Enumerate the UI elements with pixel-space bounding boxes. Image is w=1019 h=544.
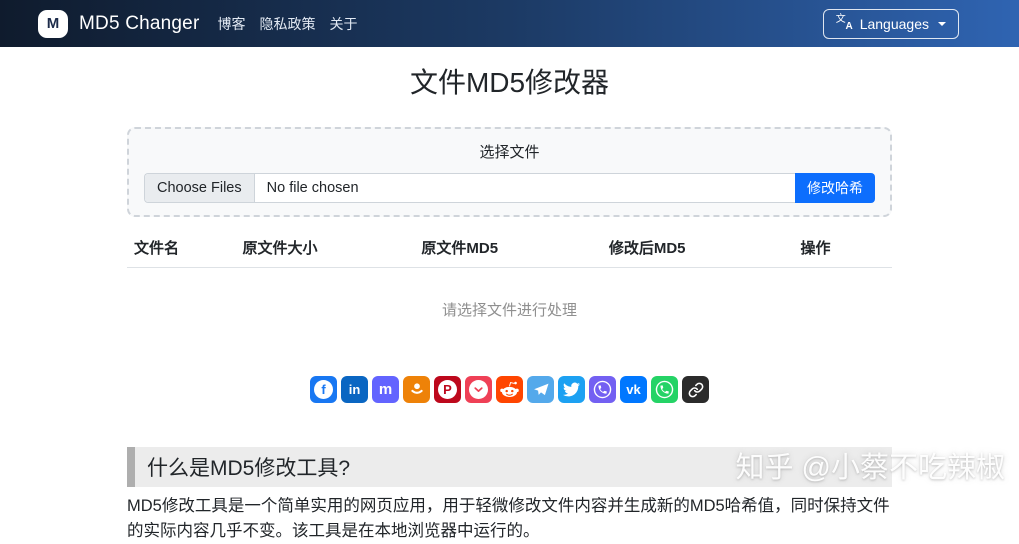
share-whatsapp-button[interactable]	[651, 376, 678, 403]
translate-icon: 文A	[835, 14, 853, 32]
link-icon	[688, 382, 703, 397]
nav-link-privacy-policy[interactable]: 隐私政策	[259, 14, 315, 34]
nav-link-about[interactable]: 关于	[329, 14, 357, 34]
brand-name: MD5 Changer	[79, 12, 200, 34]
navbar: M MD5 Changer 博客 隐私政策 关于 文A Languages	[0, 0, 1019, 47]
article-paragraph: MD5修改工具是一个简单实用的网页应用，用于轻微修改文件内容并生成新的MD5哈希…	[127, 497, 890, 540]
column-header-actions: 操作	[800, 240, 831, 257]
share-facebook-button[interactable]: f	[310, 376, 337, 403]
brand-link[interactable]: M MD5 Changer	[38, 9, 200, 38]
facebook-icon: f	[314, 380, 333, 399]
languages-dropdown-button[interactable]: 文A Languages	[822, 8, 959, 39]
files-table: 文件名 原文件大小 原文件MD5 修改后MD5 操作 请选择文件进行处理	[127, 237, 892, 320]
upload-label: 选择文件	[479, 144, 540, 161]
app-logo-icon: M	[38, 9, 68, 38]
twitter-icon	[563, 382, 580, 397]
file-chosen-status: No file chosen	[266, 180, 359, 196]
share-twitter-button[interactable]	[558, 376, 585, 403]
share-odnoklassniki-button[interactable]	[403, 376, 430, 403]
article-section: 什么是MD5修改工具? MD5修改工具是一个简单实用的网页应用，用于轻微修改文件…	[127, 447, 892, 544]
share-buttons-row: f in m P vk	[127, 376, 892, 403]
column-header-filename: 文件名	[134, 240, 180, 257]
table-empty-state: 请选择文件进行处理	[441, 302, 577, 319]
modify-hash-button[interactable]: 修改哈希	[795, 173, 875, 203]
share-telegram-button[interactable]	[527, 376, 554, 403]
odnoklassniki-icon	[410, 382, 423, 394]
share-vk-button[interactable]: vk	[620, 376, 647, 403]
linkedin-icon: in	[348, 382, 361, 397]
telegram-icon	[533, 383, 548, 395]
files-table-header-row: 文件名 原文件大小 原文件MD5 修改后MD5 操作	[127, 237, 892, 268]
vk-icon: vk	[626, 382, 641, 397]
viber-icon	[593, 380, 612, 399]
share-reddit-button[interactable]	[496, 376, 523, 403]
chevron-down-icon	[938, 21, 946, 26]
share-pinterest-button[interactable]: P	[434, 376, 461, 403]
upload-dropzone[interactable]: 选择文件 Choose Files No file chosen 修改哈希	[127, 127, 892, 217]
share-linkedin-button[interactable]: in	[341, 376, 368, 403]
column-header-modified-md5: 修改后MD5	[608, 240, 686, 257]
share-mastodon-button[interactable]: m	[372, 376, 399, 403]
pocket-icon	[469, 380, 488, 399]
reddit-icon	[500, 381, 519, 398]
share-pocket-button[interactable]	[465, 376, 492, 403]
pinterest-icon: P	[438, 380, 457, 399]
article-heading: 什么是MD5修改工具?	[127, 447, 892, 487]
mastodon-icon: m	[378, 381, 393, 398]
choose-files-button[interactable]: Choose Files	[145, 174, 255, 202]
languages-label: Languages	[859, 15, 929, 32]
file-input[interactable]: Choose Files No file chosen	[144, 173, 795, 203]
column-header-original-md5: 原文件MD5	[421, 240, 499, 257]
whatsapp-icon	[655, 380, 674, 399]
nav-link-blog[interactable]: 博客	[217, 14, 245, 34]
share-viber-button[interactable]	[589, 376, 616, 403]
page-title: 文件MD5修改器	[409, 67, 610, 98]
copy-link-button[interactable]	[682, 376, 709, 403]
upload-input-group: Choose Files No file chosen 修改哈希	[144, 173, 875, 203]
navbar-links: 博客 隐私政策 关于	[217, 14, 357, 34]
column-header-original-size: 原文件大小	[242, 240, 318, 257]
